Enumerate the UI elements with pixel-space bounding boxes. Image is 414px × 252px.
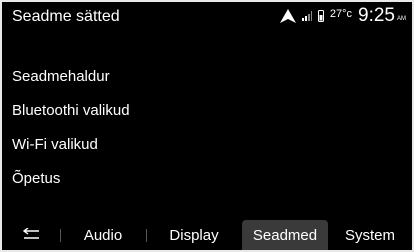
navigation-arrow-icon <box>279 9 296 23</box>
menu-item-tutorial[interactable]: Õpetus <box>2 162 412 196</box>
menu-item-wifi-options[interactable]: Wi-Fi valikud <box>2 128 412 162</box>
clock-time: 9:25 <box>358 5 395 26</box>
clock-am-pm: AM <box>397 16 406 22</box>
back-arrow-icon <box>22 226 40 244</box>
tab-seadmed[interactable]: Seadmed <box>242 220 328 250</box>
tab-display[interactable]: Display <box>146 220 242 250</box>
page-title: Seadme sätted <box>12 8 120 25</box>
header-bar: Seadme sätted 27°c 9:25 AM <box>2 2 412 30</box>
signal-bars-icon <box>301 11 312 21</box>
device-settings-screen: Seadme sätted 27°c 9:25 AM Seadmehaldur … <box>2 2 412 250</box>
temperature-readout: 27°c <box>329 8 353 20</box>
settings-menu-list: Seadmehaldur Bluetoothi valikud Wi-Fi va… <box>2 60 412 196</box>
phone-battery-icon <box>317 10 324 22</box>
menu-item-bluetooth-options[interactable]: Bluetoothi valikud <box>2 94 412 128</box>
bottom-tab-bar: Audio Display Seadmed System <box>2 220 412 250</box>
menu-item-seadmehaldur[interactable]: Seadmehaldur <box>2 60 412 94</box>
back-button[interactable] <box>2 220 60 250</box>
status-area: 27°c 9:25 AM <box>279 5 406 26</box>
tab-system[interactable]: System <box>328 220 412 250</box>
tab-audio[interactable]: Audio <box>60 220 146 250</box>
